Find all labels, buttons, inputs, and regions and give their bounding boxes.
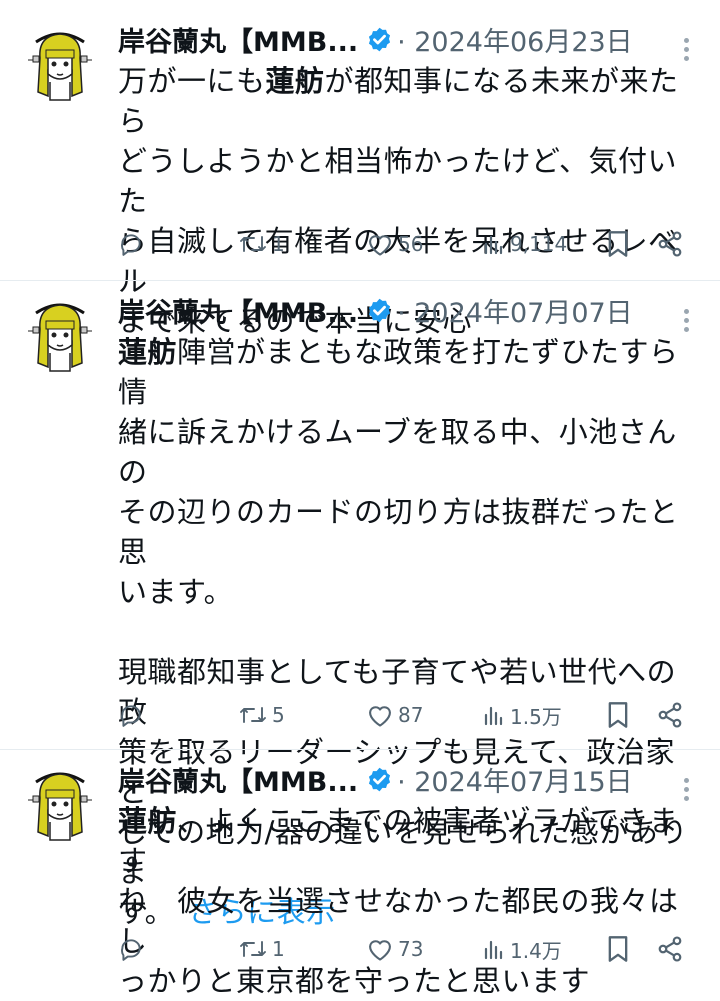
tweet-date[interactable]: · 2024年06月23日: [397, 20, 633, 59]
share-icon: [658, 231, 682, 257]
tweet-text: 蓮舫、よくここまでの被害者ヅラができますね 彼女を当選させなかった都民の我々はし…: [118, 801, 696, 1001]
verified-icon: [369, 767, 391, 791]
tweet-text-line: 蓮舫、よくここまでの被害者ヅラができます: [118, 801, 696, 881]
highlighted-term[interactable]: 蓮舫: [266, 64, 325, 98]
views-button[interactable]: 1.4万: [482, 931, 562, 967]
text-segment: その辺りのカードの切り方は抜群だったと思: [118, 495, 679, 569]
tweet-text-line: その辺りのカードの切り方は抜群だったと思: [118, 492, 696, 572]
like-count: 56: [398, 232, 424, 256]
reply-icon: [121, 234, 141, 256]
author-name[interactable]: 岸谷蘭丸【MMB...: [118, 291, 358, 330]
share-button[interactable]: [656, 697, 684, 733]
avatar-illustration-icon: [28, 303, 92, 372]
views-count: 1.4万: [510, 938, 562, 963]
views-button[interactable]: 1.5万: [482, 697, 562, 733]
retweet-icon: [240, 941, 266, 957]
more-icon[interactable]: [684, 309, 690, 336]
share-icon: [658, 702, 682, 728]
tweet-header: 岸谷蘭丸【MMB... · 2024年07月15日: [118, 757, 696, 801]
text-segment: 、よくここまでの被害者ヅラができます: [118, 804, 679, 878]
author-name[interactable]: 岸谷蘭丸【MMB...: [118, 760, 358, 799]
retweet-icon: [240, 707, 266, 723]
action-bar: 1 56 9,114: [118, 226, 696, 262]
share-button[interactable]: [656, 226, 684, 262]
action-bar: 1 73 1.4万: [118, 931, 696, 967]
tweet[interactable]: 岸谷蘭丸【MMB... · 2024年07月07日 蓮舫陣営がまともな政策を打た…: [0, 280, 720, 929]
like-button[interactable]: 56: [366, 226, 423, 262]
share-icon: [658, 936, 682, 962]
reply-button[interactable]: [118, 226, 148, 262]
avatar[interactable]: [28, 30, 92, 102]
avatar-illustration-icon: [28, 32, 92, 101]
tweet[interactable]: 岸谷蘭丸【MMB... · 2024年07月15日 蓮舫、よくここまでの被害者ヅ…: [0, 749, 720, 998]
tweet-text-line: 緒に訴えかけるムーブを取る中、小池さんの: [118, 412, 696, 492]
retweet-button[interactable]: 1: [238, 226, 285, 262]
tweet-date[interactable]: · 2024年07月15日: [397, 760, 633, 799]
verified-icon: [369, 298, 391, 322]
views-count: 9,114: [510, 232, 568, 256]
views-icon: [484, 235, 503, 255]
views-icon: [484, 940, 503, 960]
highlighted-term[interactable]: 蓮舫: [118, 804, 177, 838]
retweet-count: 1: [272, 232, 285, 256]
tweet[interactable]: 岸谷蘭丸【MMB... · 2024年06月23日 万が一にも蓮舫が都知事になる…: [0, 10, 720, 338]
share-button[interactable]: [656, 931, 684, 967]
views-icon: [484, 706, 503, 726]
text-segment: 緒に訴えかけるムーブを取る中、小池さんの: [118, 415, 677, 489]
tweet-date[interactable]: · 2024年07月07日: [397, 291, 633, 330]
avatar-illustration-icon: [28, 772, 92, 841]
highlighted-term[interactable]: 蓮舫: [118, 335, 177, 369]
text-segment: 万が一にも: [118, 64, 266, 98]
reply-button[interactable]: [118, 931, 148, 967]
more-icon[interactable]: [684, 778, 690, 805]
text-segment: 陣営がまともな政策を打たずひたすら情: [118, 335, 679, 409]
more-icon[interactable]: [684, 38, 690, 65]
bookmark-icon: [608, 702, 628, 728]
reply-icon: [121, 939, 141, 961]
like-button[interactable]: 87: [366, 697, 423, 733]
action-bar: 5 87 1.5万: [118, 697, 696, 733]
bookmark-button[interactable]: [606, 697, 630, 733]
bookmark-icon: [608, 936, 628, 962]
tweet-text-line: [118, 612, 696, 652]
retweet-count: 1: [272, 937, 285, 961]
author-name[interactable]: 岸谷蘭丸【MMB...: [118, 20, 358, 59]
retweet-button[interactable]: 5: [238, 697, 285, 733]
retweet-button[interactable]: 1: [238, 931, 285, 967]
tweet-text-line: 万が一にも蓮舫が都知事になる未来が来たら: [118, 61, 696, 141]
tweet-text-line: 蓮舫陣営がまともな政策を打たずひたすら情: [118, 332, 696, 412]
views-count: 1.5万: [510, 704, 562, 729]
like-icon: [369, 940, 391, 961]
tweet-header: 岸谷蘭丸【MMB... · 2024年07月07日: [118, 288, 696, 332]
tweet-header: 岸谷蘭丸【MMB... · 2024年06月23日: [118, 17, 696, 61]
text-segment: どうしようかと相当怖かったけど、気付いた: [118, 144, 678, 218]
avatar[interactable]: [28, 301, 92, 373]
reply-button[interactable]: [118, 697, 148, 733]
bookmark-icon: [608, 231, 628, 257]
like-icon: [369, 235, 391, 256]
like-count: 73: [398, 937, 424, 961]
retweet-icon: [240, 236, 266, 252]
reply-icon: [121, 705, 141, 727]
tweet-text-line: どうしようかと相当怖かったけど、気付いた: [118, 141, 696, 221]
like-button[interactable]: 73: [366, 931, 423, 967]
bookmark-button[interactable]: [606, 931, 630, 967]
like-icon: [369, 706, 391, 727]
text-segment: っかりと東京都を守ったと思います: [118, 964, 591, 998]
text-segment: います。: [118, 575, 234, 609]
verified-icon: [369, 27, 391, 51]
like-count: 87: [398, 703, 424, 727]
bookmark-button[interactable]: [606, 226, 630, 262]
avatar[interactable]: [28, 770, 92, 842]
tweet-text-line: っかりと東京都を守ったと思います: [118, 961, 696, 1001]
tweet-text-line: います。: [118, 572, 696, 612]
retweet-count: 5: [272, 703, 285, 727]
views-button[interactable]: 9,114: [482, 226, 567, 262]
